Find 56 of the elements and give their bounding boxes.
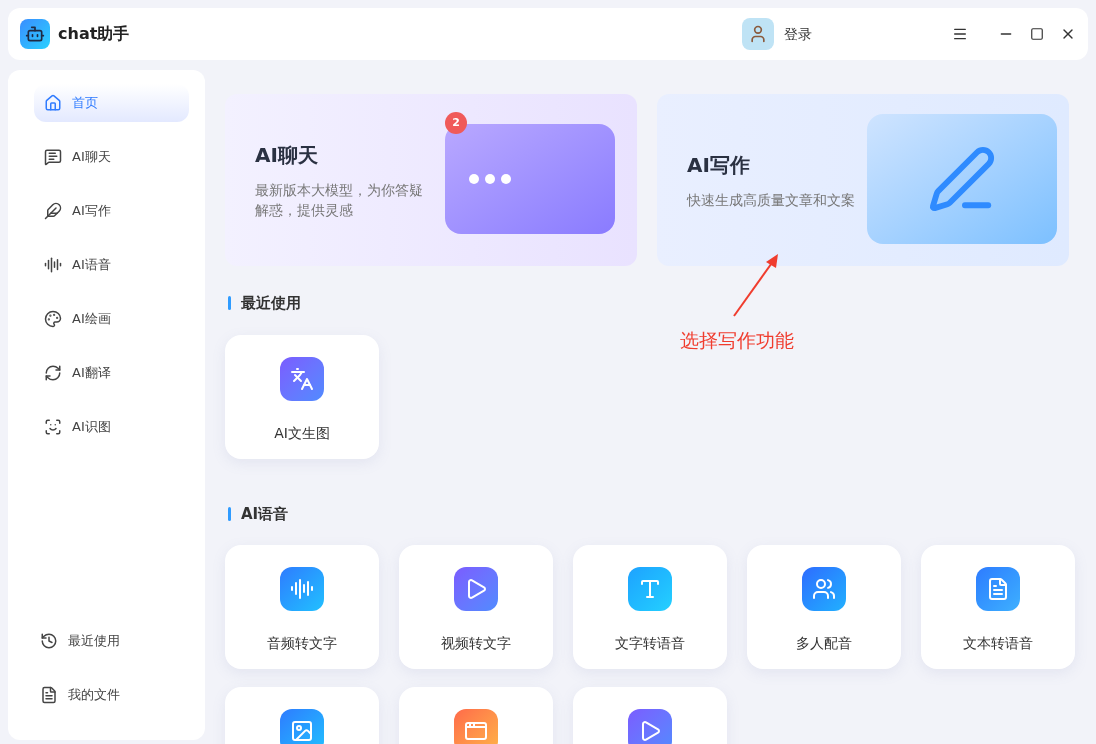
menu-icon[interactable] xyxy=(952,26,968,42)
home-icon xyxy=(44,94,62,112)
play-icon xyxy=(454,567,498,611)
sidebar-item[interactable]: AI绘画 xyxy=(34,300,189,338)
sidebar-item[interactable]: 我的文件 xyxy=(34,676,189,714)
maximize-icon[interactable] xyxy=(1030,27,1044,41)
image-icon xyxy=(280,709,324,744)
tool-card[interactable]: 文本转语音 xyxy=(921,545,1075,669)
document-icon xyxy=(976,567,1020,611)
section-title: 最近使用 xyxy=(241,293,301,314)
tool-card[interactable]: 文字转语音 xyxy=(573,545,727,669)
app-title: chat助手 xyxy=(58,23,130,45)
login-button[interactable]: 登录 xyxy=(784,23,812,45)
sidebar-item[interactable]: AI识图 xyxy=(34,408,189,446)
sidebar-item[interactable]: AI写作 xyxy=(34,192,189,230)
tool-card[interactable]: 视频转文字 xyxy=(399,545,553,669)
banner-title: AI聊天 xyxy=(255,142,319,169)
window-icon xyxy=(454,709,498,744)
notification-badge: 2 xyxy=(445,112,467,134)
history-icon xyxy=(40,632,58,650)
face-scan-icon xyxy=(44,418,62,436)
tool-label: 视频转文字 xyxy=(441,634,511,653)
banner-description: 最新版本大模型，为你答疑解惑，提供灵感 xyxy=(255,181,424,220)
tool-card[interactable]: 音频转文字 xyxy=(225,545,379,669)
feature-banner[interactable]: AI聊天 最新版本大模型，为你答疑解惑，提供灵感 2 xyxy=(225,94,637,266)
tool-label: 文本转语音 xyxy=(963,634,1033,653)
users-icon xyxy=(802,567,846,611)
translate-icon xyxy=(280,356,324,401)
feature-banner[interactable]: AI写作 快速生成高质量文章和文案 xyxy=(657,94,1069,266)
section-title: AI语音 xyxy=(241,503,289,525)
file-icon xyxy=(40,686,58,704)
audio-icon xyxy=(280,567,324,611)
sidebar-item[interactable]: AI聊天 xyxy=(34,138,189,176)
play-icon xyxy=(628,709,672,744)
sidebar-item[interactable]: AI翻译 xyxy=(34,354,189,392)
feather-icon xyxy=(44,202,62,220)
banner-description: 快速生成高质量文章和文案 xyxy=(687,191,856,210)
audio-icon xyxy=(44,256,62,274)
tool-card[interactable]: 多人配音 xyxy=(747,545,901,669)
section-marker xyxy=(228,296,231,311)
text-icon xyxy=(628,567,672,611)
sidebar-item[interactable]: 最近使用 xyxy=(34,622,189,660)
chat-icon xyxy=(44,148,62,166)
section-marker xyxy=(228,506,231,521)
palette-icon xyxy=(44,310,62,328)
tool-label: AI文生图 xyxy=(274,423,330,443)
tool-label: 文字转语音 xyxy=(615,634,685,653)
annotation-text: 选择写作功能 xyxy=(680,328,794,353)
avatar-icon[interactable] xyxy=(742,18,774,50)
tool-label: 多人配音 xyxy=(796,634,852,653)
sidebar-item[interactable]: AI语音 xyxy=(34,246,189,284)
robot-logo-icon xyxy=(20,19,50,49)
banner-title: AI写作 xyxy=(687,152,751,179)
refresh-icon xyxy=(44,364,62,382)
tool-card[interactable]: AI文生图 xyxy=(225,334,379,459)
tool-label: 音频转文字 xyxy=(267,634,337,653)
